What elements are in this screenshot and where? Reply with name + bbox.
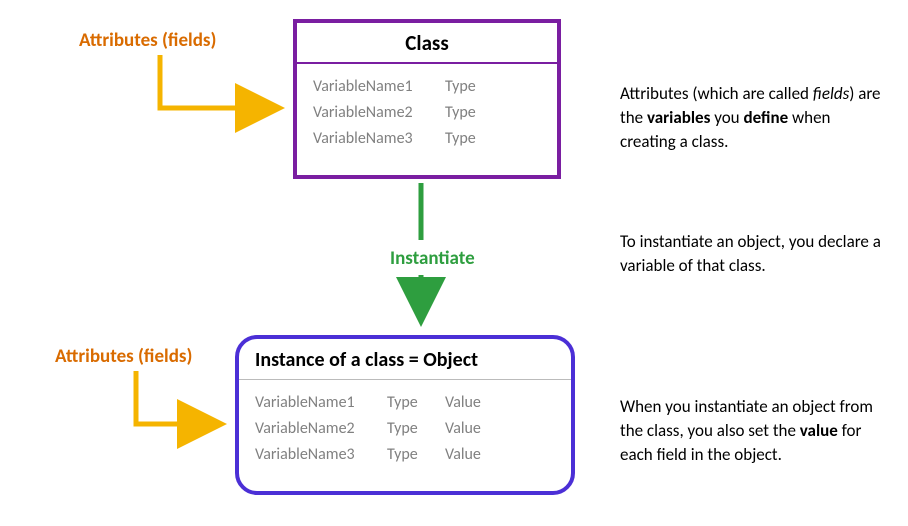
object-box-title: Instance of a class = Object <box>239 339 571 380</box>
text-bold: value <box>800 420 838 441</box>
object-title-suffix: Object <box>423 348 478 372</box>
object-box-body: VariableName1 Type Value VariableName2 T… <box>239 380 571 476</box>
obj-var-value: Value <box>445 390 501 416</box>
side-note-value: When you instantiate an object from the … <box>620 395 890 467</box>
object-title-prefix: Instance of a class <box>255 348 404 372</box>
side-note-attributes: Attributes (which are called fields) are… <box>620 82 890 154</box>
text: Attributes (which are called <box>620 83 813 104</box>
obj-var-value: Value <box>445 416 501 442</box>
object-row: VariableName3 Type Value <box>255 442 555 468</box>
object-box: Instance of a class = Object VariableNam… <box>235 335 575 495</box>
obj-var-name: VariableName2 <box>255 416 387 442</box>
obj-var-name: VariableName3 <box>255 442 387 468</box>
text-bold: variables <box>647 107 710 128</box>
obj-var-type: Type <box>387 416 445 442</box>
instantiate-label: Instantiate <box>390 247 475 270</box>
text: you <box>710 107 743 128</box>
object-title-eq: = <box>409 348 419 372</box>
object-row: VariableName1 Type Value <box>255 390 555 416</box>
obj-var-name: VariableName1 <box>255 390 387 416</box>
object-row: VariableName2 Type Value <box>255 416 555 442</box>
obj-var-type: Type <box>387 390 445 416</box>
obj-var-type: Type <box>387 442 445 468</box>
obj-var-value: Value <box>445 442 501 468</box>
text-italic: fields <box>813 83 849 104</box>
text-bold: define <box>743 107 788 128</box>
side-note-instantiate: To instantiate an object, you declare a … <box>620 230 890 278</box>
